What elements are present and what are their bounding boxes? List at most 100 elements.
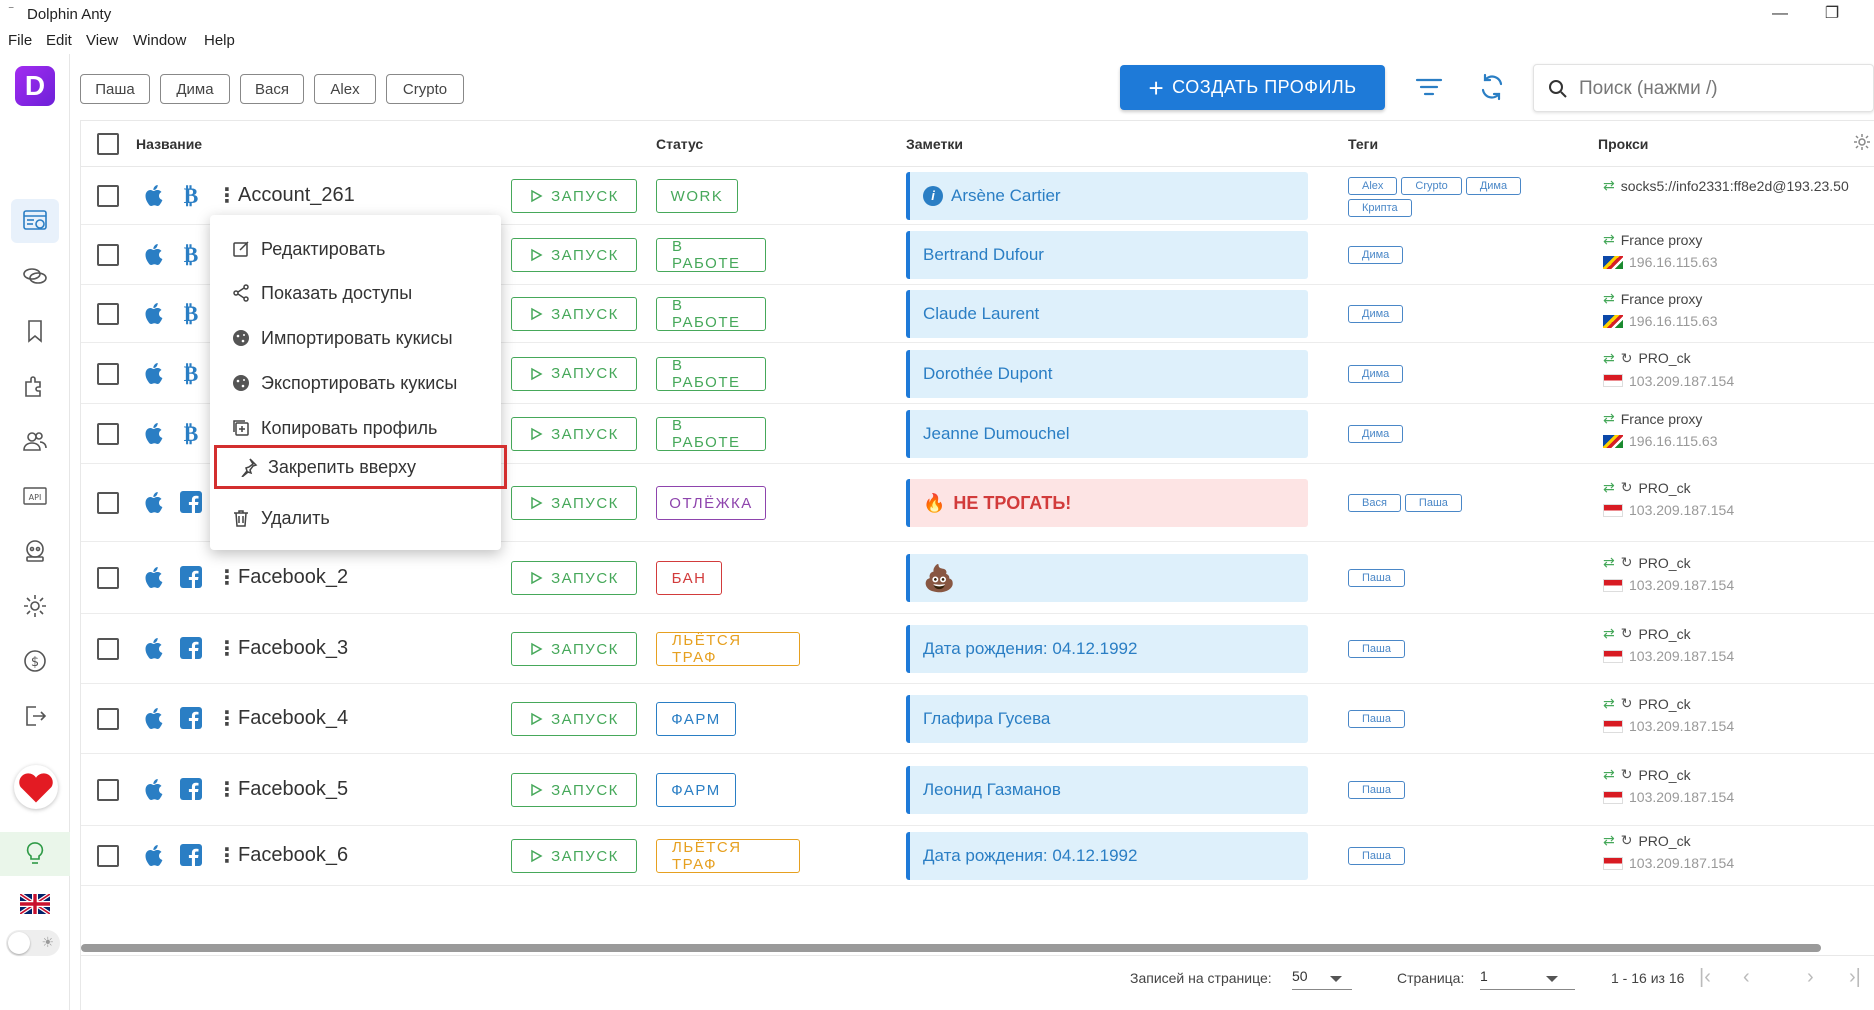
notes-cell[interactable]: Claude Laurent <box>906 290 1308 338</box>
status-badge[interactable]: В РАБОТЕ <box>656 417 766 451</box>
launch-button[interactable]: ЗАПУСК <box>511 632 637 666</box>
notes-cell[interactable]: Jeanne Dumouchel <box>906 410 1308 458</box>
ctx-delete[interactable]: Удалить <box>210 496 501 540</box>
browser-profiles-icon[interactable] <box>11 199 59 243</box>
launch-button[interactable]: ЗАПУСК <box>511 702 637 736</box>
prev-page-icon[interactable]: ‹ <box>1743 966 1750 989</box>
filter-chip-vasya[interactable]: Вася <box>240 74 304 104</box>
launch-button[interactable]: ЗАПУСК <box>511 238 637 272</box>
table-row[interactable]: ⋮ Facebook_2 ЗАПУСК БАН 💩 Паша ⇄ ↻ PRO_ck 103.2… <box>81 542 1874 614</box>
ctx-export-cookies[interactable]: Экспортировать кукисы <box>210 361 501 405</box>
menu-view[interactable]: View <box>86 32 118 49</box>
search-box[interactable] <box>1533 64 1874 112</box>
heart-icon[interactable] <box>14 765 58 809</box>
launch-button[interactable]: ЗАПУСК <box>511 179 637 213</box>
billing-dollar-icon[interactable]: $ <box>11 639 59 683</box>
row-menu-dots-icon[interactable]: ⋮ <box>217 777 237 802</box>
bookmarks-icon[interactable] <box>11 309 59 353</box>
ctx-import-cookies[interactable]: Импортировать кукисы <box>210 316 501 360</box>
launch-button[interactable]: ЗАПУСК <box>511 839 637 873</box>
proxy-cell[interactable]: ⇄ France proxy 196.16.115.63 <box>1603 290 1874 329</box>
header-proxy[interactable]: Прокси <box>1598 136 1648 152</box>
api-icon[interactable]: API <box>11 474 59 518</box>
proxy-cell[interactable]: ⇄ France proxy 196.16.115.63 <box>1603 231 1874 270</box>
status-badge[interactable]: БАН <box>656 561 722 595</box>
row-menu-dots-icon[interactable]: ⋮ <box>217 636 237 661</box>
row-checkbox[interactable] <box>97 567 119 589</box>
refresh-icon[interactable] <box>1477 72 1507 102</box>
row-checkbox[interactable] <box>97 845 119 867</box>
tag-badge[interactable]: Дима <box>1348 364 1404 383</box>
ctx-edit[interactable]: Редактировать <box>210 227 501 271</box>
per-page-select[interactable]: 50 <box>1292 968 1352 990</box>
row-checkbox[interactable] <box>97 362 119 385</box>
table-row[interactable]: ⋮ Facebook_6 ЗАПУСК ЛЬЁТСЯ ТРАФ Дата рождени… <box>81 826 1874 886</box>
ctx-show-access[interactable]: Показать доступы <box>210 271 501 315</box>
filter-chip-pasha[interactable]: Паша <box>80 74 150 104</box>
profile-name[interactable]: Facebook_2 <box>238 566 348 589</box>
launch-button[interactable]: ЗАПУСК <box>511 356 637 391</box>
column-settings-gear-icon[interactable] <box>1852 132 1872 152</box>
proxy-cell[interactable]: ⇄ ↻ PRO_ck 103.209.187.154 <box>1603 766 1874 805</box>
proxy-cell[interactable]: ⇄ ↻ PRO_ck 103.209.187.154 <box>1603 695 1874 734</box>
proxy-cell[interactable]: ⇄ socks5://info2331:ff8e2d@193.23.50 <box>1603 177 1874 194</box>
launch-button[interactable]: ЗАПУСК <box>511 773 637 807</box>
notes-cell[interactable]: i Arsène Cartier <box>906 172 1308 220</box>
filter-chip-dima[interactable]: Дима <box>160 74 230 104</box>
tag-badge[interactable]: Дима <box>1348 246 1404 264</box>
first-page-icon[interactable]: |‹ <box>1699 966 1711 989</box>
status-badge[interactable]: ФАРМ <box>656 773 736 807</box>
minimize-button[interactable]: — <box>1760 2 1800 26</box>
header-name[interactable]: Название <box>136 136 202 152</box>
tag-badge[interactable]: Crypto <box>1401 177 1462 195</box>
row-checkbox[interactable] <box>97 492 119 514</box>
tag-badge[interactable]: Паша <box>1404 494 1462 512</box>
tag-badge[interactable]: Паша <box>1348 640 1405 658</box>
notes-cell[interactable]: Леонид Газманов <box>906 766 1308 814</box>
table-row[interactable]: ⋮ Facebook_4 ЗАПУСК ФАРМ Глафира Гусева Паша … <box>81 684 1874 754</box>
links-icon[interactable] <box>11 254 59 298</box>
proxy-cell[interactable]: ⇄ France proxy 196.16.115.63 <box>1603 410 1874 449</box>
notes-cell[interactable]: Dorothée Dupont <box>906 349 1308 398</box>
notes-cell[interactable]: Глафира Гусева <box>906 695 1308 743</box>
launch-button[interactable]: ЗАПУСК <box>511 561 637 595</box>
notes-cell[interactable]: Дата рождения: 04.12.1992 <box>906 625 1308 673</box>
next-page-icon[interactable]: › <box>1807 966 1814 989</box>
header-tags[interactable]: Теги <box>1348 136 1378 152</box>
row-checkbox[interactable] <box>97 303 119 325</box>
proxy-cell[interactable]: ⇄ ↻ PRO_ck 103.209.187.154 <box>1603 625 1874 664</box>
ctx-copy-profile[interactable]: Копировать профиль <box>210 406 501 450</box>
tag-badge[interactable]: Паша <box>1348 710 1405 728</box>
theme-toggle[interactable]: ☀ <box>6 930 60 956</box>
restore-button[interactable]: ❐ <box>1812 2 1852 26</box>
filter-chip-crypto[interactable]: Crypto <box>386 74 464 104</box>
dolphin-logo[interactable]: D <box>15 66 55 106</box>
bot-icon[interactable] <box>11 529 59 573</box>
notes-cell[interactable]: Дата рождения: 04.12.1992 <box>906 832 1308 880</box>
tag-badge[interactable]: Дима <box>1465 177 1522 195</box>
menu-edit[interactable]: Edit <box>46 32 72 49</box>
lightbulb-icon[interactable] <box>0 832 70 876</box>
proxy-cell[interactable]: ⇄ ↻ PRO_ck 103.209.187.154 <box>1603 832 1874 871</box>
notes-cell[interactable]: 💩 <box>906 554 1308 602</box>
launch-button[interactable]: ЗАПУСК <box>511 297 637 331</box>
profile-name[interactable]: Facebook_4 <box>238 707 348 730</box>
proxy-cell[interactable]: ⇄ ↻ PRO_ck 103.209.187.154 <box>1603 479 1874 518</box>
header-notes[interactable]: Заметки <box>906 136 963 152</box>
status-badge[interactable]: ЛЬЁТСЯ ТРАФ <box>656 839 800 873</box>
status-badge[interactable]: В РАБОТЕ <box>656 356 766 391</box>
row-menu-dots-icon[interactable]: ⋮ <box>217 706 237 731</box>
profile-name[interactable]: Facebook_6 <box>238 844 348 867</box>
app-menu-icon[interactable]: ⁻ <box>8 2 14 16</box>
status-badge[interactable]: ФАРМ <box>656 702 736 736</box>
tag-badge[interactable]: Паша <box>1348 847 1405 865</box>
profile-name[interactable]: Facebook_5 <box>238 778 348 801</box>
notes-cell[interactable]: 🔥 НЕ ТРОГАТЬ! <box>906 479 1308 527</box>
row-menu-dots-icon[interactable]: ⋮ <box>217 843 237 868</box>
launch-button[interactable]: ЗАПУСК <box>511 417 637 451</box>
row-checkbox[interactable] <box>97 244 119 266</box>
tag-badge[interactable]: Паша <box>1348 781 1405 799</box>
ctx-pin-top[interactable]: Закрепить вверху <box>214 445 507 489</box>
uk-flag-icon[interactable] <box>18 892 52 916</box>
status-badge[interactable]: ЛЬЁТСЯ ТРАФ <box>656 632 800 666</box>
